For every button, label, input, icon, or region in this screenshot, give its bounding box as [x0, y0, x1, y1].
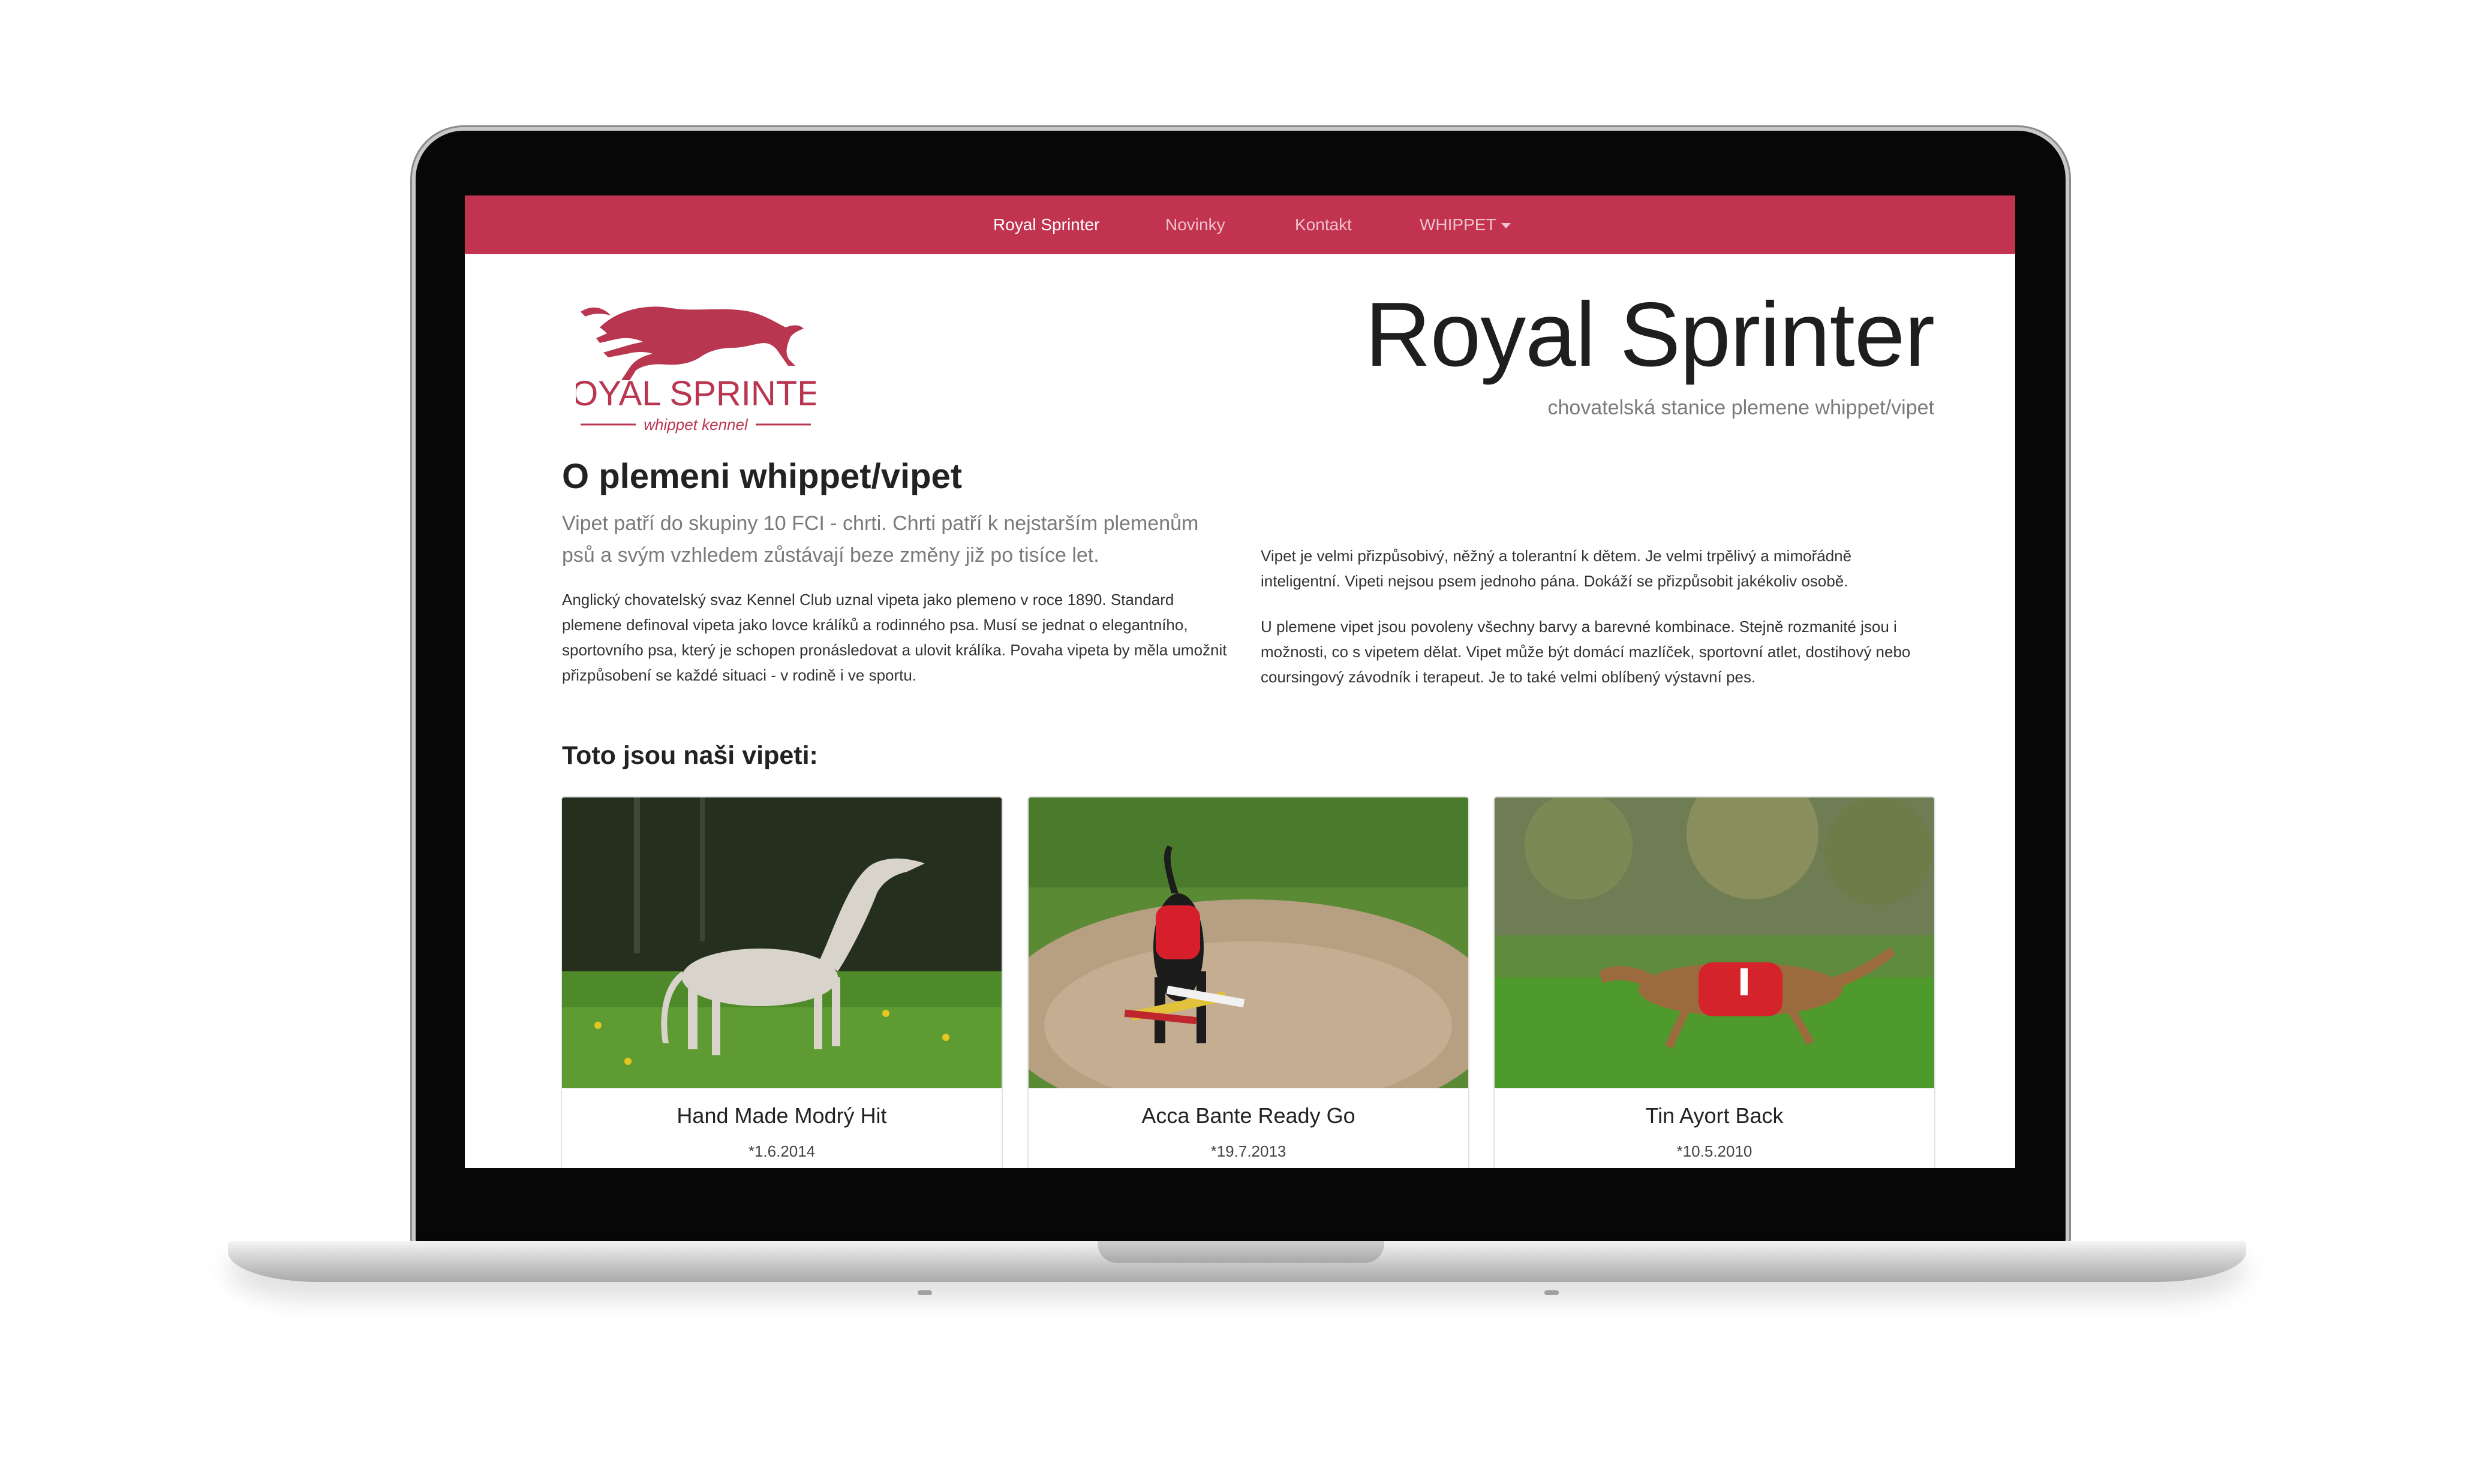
site-title: Royal Sprinter	[1364, 284, 1935, 386]
dog-photo-image	[1029, 797, 1468, 1088]
dogs-heading: Toto jsou naši vipeti:	[562, 741, 818, 770]
nav-item-royal-sprinter[interactable]: Royal Sprinter	[993, 195, 1099, 254]
dog-birthdate: *19.7.2013	[1210, 1142, 1286, 1160]
whippet-logo-icon: ROYAL SPRINTER whippet kennel	[546, 306, 846, 434]
browser-screen: Royal Sprinter Novinky Kontakt WHIPPET R…	[465, 195, 2015, 1168]
dog-card[interactable]: Acca Bante Ready Go *19.7.2013	[1027, 796, 1469, 1168]
dog-name: Tin Ayort Back	[1645, 1103, 1784, 1128]
dog-birthdate: *1.6.2014	[748, 1142, 816, 1160]
dog-photo-image	[1495, 797, 1934, 1088]
about-paragraph: Anglický chovatelský svaz Kennel Club uz…	[562, 591, 1227, 684]
dog-card[interactable]: Tin Ayort Back *10.5.2010	[1493, 796, 1935, 1168]
nav-dropdown-whippet[interactable]: WHIPPET	[1420, 195, 1511, 254]
nav-item-kontakt[interactable]: Kontakt	[1295, 195, 1352, 254]
logo-name: ROYAL SPRINTER	[576, 374, 816, 413]
laptop-foot	[918, 1290, 932, 1295]
about-paragraph: Vipet je velmi přizpůsobivý, něžný a tol…	[1261, 547, 1852, 590]
laptop-foot	[1544, 1290, 1559, 1295]
about-lead: Vipet patří do skupiny 10 FCI - chrti. C…	[562, 512, 1199, 567]
logo[interactable]: ROYAL SPRINTER whippet kennel	[546, 285, 846, 453]
about-heading: O plemeni whippet/vipet	[562, 457, 963, 496]
about-paragraph: U plemene vipet jsou povoleny všechny ba…	[1261, 618, 1911, 686]
site-subtitle: chovatelská stanice plemene whippet/vipe…	[1547, 396, 1935, 419]
dog-photo[interactable]	[562, 797, 1002, 1088]
dog-photo[interactable]	[1495, 797, 1934, 1088]
dog-photo-image	[562, 797, 1002, 1088]
nav-item-novinky[interactable]: Novinky	[1165, 195, 1225, 254]
dog-birthdate: *10.5.2010	[1676, 1142, 1752, 1160]
laptop-notch	[1098, 1241, 1384, 1263]
dog-card[interactable]: Hand Made Modrý Hit *1.6.2014	[561, 796, 1003, 1168]
caret-down-icon	[1501, 223, 1511, 229]
navbar: Royal Sprinter Novinky Kontakt WHIPPET	[465, 195, 2015, 254]
dog-photo[interactable]	[1029, 797, 1468, 1088]
nav-dropdown-label: WHIPPET	[1420, 215, 1496, 234]
logo-tagline: whippet kennel	[644, 416, 748, 434]
dog-name: Acca Bante Ready Go	[1141, 1103, 1355, 1128]
dog-name: Hand Made Modrý Hit	[677, 1103, 887, 1128]
